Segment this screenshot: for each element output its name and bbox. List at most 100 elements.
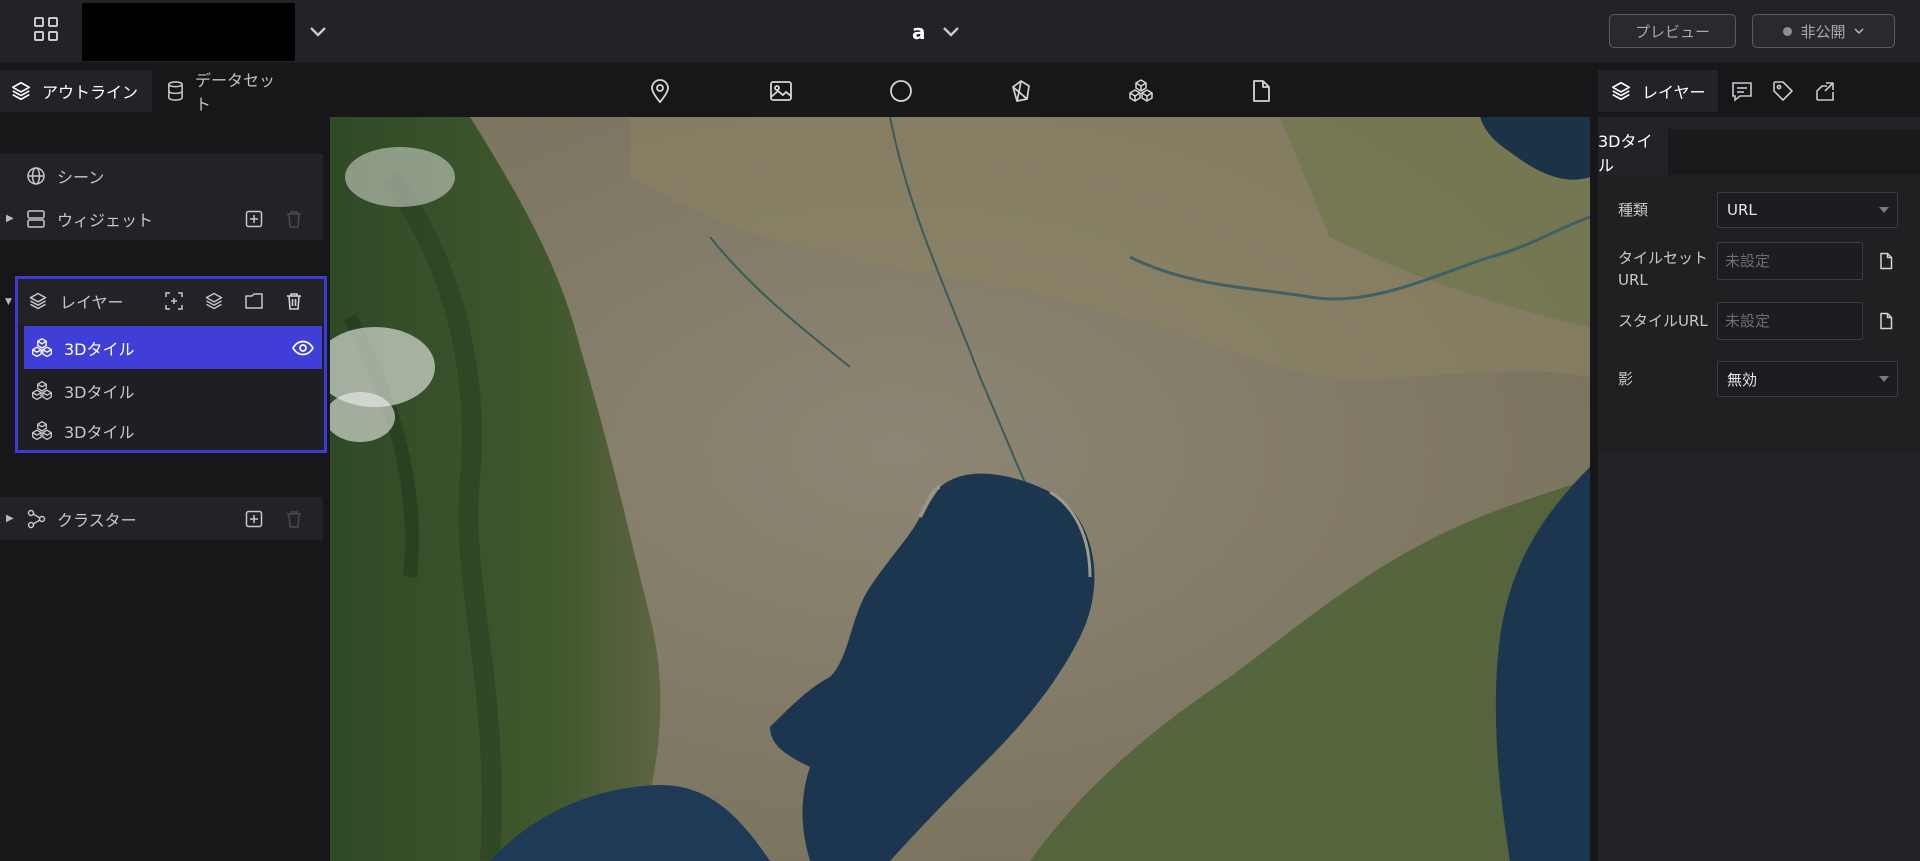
scene-item[interactable]: シーン bbox=[0, 154, 323, 197]
tab-3d-tiles[interactable]: 3Dタイル bbox=[1598, 129, 1668, 175]
style-url-label: スタイルURL bbox=[1618, 312, 1708, 330]
folder-icon bbox=[245, 293, 263, 309]
add-3d-tiles-tool[interactable] bbox=[1126, 76, 1156, 106]
style-url-input[interactable] bbox=[1717, 302, 1863, 340]
cluster-label: クラスター bbox=[57, 510, 137, 530]
add-cluster-button[interactable] bbox=[242, 507, 266, 531]
trash-icon bbox=[287, 293, 301, 310]
publish-status-label: 非公開 bbox=[1800, 22, 1846, 41]
image-icon bbox=[770, 81, 792, 101]
tileset-url-label: タイルセット URL bbox=[1618, 249, 1709, 289]
caret-right-icon[interactable]: ▶ bbox=[6, 213, 16, 224]
tab-dataset-label: データセット bbox=[194, 71, 275, 114]
tab-dataset[interactable]: データセット bbox=[156, 70, 296, 114]
cluster-group[interactable]: ▶ クラスター bbox=[0, 497, 323, 540]
publish-status-button[interactable]: 非公開 bbox=[1752, 14, 1895, 48]
map-viewport[interactable] bbox=[330, 117, 1590, 861]
delete-layer-button[interactable] bbox=[282, 289, 306, 313]
add-file-tool[interactable] bbox=[1246, 76, 1276, 106]
delete-cluster-button[interactable] bbox=[282, 507, 306, 531]
database-icon bbox=[168, 81, 183, 101]
preview-label: プレビュー bbox=[1634, 22, 1710, 41]
layers-icon bbox=[1611, 81, 1631, 101]
tab-layer-label: レイヤー bbox=[1642, 83, 1706, 102]
layers-icon bbox=[11, 81, 31, 101]
layers-plus-icon bbox=[205, 292, 223, 310]
add-marker-tool[interactable] bbox=[645, 76, 675, 106]
comment-icon bbox=[1732, 82, 1752, 102]
widget-label: ウィジェット bbox=[57, 210, 154, 230]
visibility-toggle[interactable] bbox=[290, 336, 316, 360]
eye-icon bbox=[292, 340, 314, 355]
trash-icon bbox=[287, 210, 301, 228]
caret-down-icon[interactable]: ▼ bbox=[5, 297, 12, 307]
file-icon bbox=[1880, 312, 1893, 330]
3d-tiles-icon bbox=[30, 419, 54, 443]
type-select[interactable]: URL bbox=[1717, 192, 1898, 228]
subtab-label: 3Dタイル bbox=[1598, 132, 1653, 175]
3d-tiles-icon bbox=[30, 379, 54, 403]
add-widget-button[interactable] bbox=[242, 207, 266, 231]
tab-layer-properties[interactable]: レイヤー bbox=[1598, 70, 1718, 112]
add-layer-button[interactable] bbox=[202, 289, 226, 313]
top-bar: a プレビュー 非公開 bbox=[0, 0, 1920, 62]
grid-icon bbox=[34, 17, 58, 41]
tileset-url-input[interactable] bbox=[1717, 242, 1863, 280]
plus-square-icon bbox=[245, 210, 263, 227]
shadow-value: 無効 bbox=[1727, 370, 1758, 389]
satellite-map-image bbox=[330, 117, 1590, 861]
add-polygon-tool[interactable] bbox=[1006, 76, 1036, 106]
polygon-3d-icon bbox=[1012, 80, 1030, 102]
chevron-down-icon bbox=[1853, 27, 1864, 34]
file-icon bbox=[1880, 252, 1893, 270]
3d-tiles-icon bbox=[1129, 79, 1153, 102]
layer-label: 3Dタイル bbox=[64, 382, 135, 402]
caret-down-icon bbox=[1879, 376, 1889, 382]
shadow-select[interactable]: 無効 bbox=[1717, 361, 1898, 397]
focus-icon bbox=[165, 292, 183, 310]
app-menu-button[interactable] bbox=[22, 12, 70, 46]
widget-icon bbox=[24, 207, 48, 231]
widget-group[interactable]: ▶ ウィジェット bbox=[0, 197, 323, 240]
circle-icon bbox=[890, 80, 912, 102]
trash-icon bbox=[287, 510, 301, 528]
add-circle-tool[interactable] bbox=[886, 76, 916, 106]
tileset-file-button[interactable] bbox=[1876, 249, 1896, 273]
layer-label: 3Dタイル bbox=[64, 339, 135, 359]
layer-item[interactable]: 3Dタイル bbox=[24, 369, 322, 412]
add-image-tool[interactable] bbox=[766, 76, 796, 106]
caret-down-icon bbox=[1879, 207, 1889, 213]
status-dot-icon bbox=[1783, 26, 1793, 36]
tab-outline[interactable]: アウトライン bbox=[0, 70, 152, 112]
shadow-label: 影 bbox=[1618, 370, 1634, 388]
layer-group-header[interactable]: レイヤー bbox=[18, 279, 324, 323]
layer-group: レイヤー 3Dタイル 3Dタイル 3Dタイル bbox=[15, 276, 327, 453]
3d-tiles-icon bbox=[30, 336, 54, 360]
delete-widget-button[interactable] bbox=[282, 207, 306, 231]
layer-group-label: レイヤー bbox=[60, 293, 124, 312]
preview-button[interactable]: プレビュー bbox=[1609, 14, 1736, 48]
focus-layer-button[interactable] bbox=[162, 289, 186, 313]
logo[interactable] bbox=[82, 3, 295, 61]
project-selector[interactable]: a bbox=[912, 18, 960, 46]
tab-infobox[interactable] bbox=[1725, 70, 1759, 112]
layer-item[interactable]: 3Dタイル bbox=[24, 326, 322, 369]
tag-icon bbox=[1773, 81, 1793, 101]
caret-right-icon[interactable]: ▶ bbox=[6, 513, 16, 524]
globe-icon bbox=[24, 164, 48, 188]
layers-icon bbox=[26, 289, 50, 313]
chevron-down-icon bbox=[310, 27, 326, 37]
type-value: URL bbox=[1727, 201, 1757, 219]
layer-item[interactable]: 3Dタイル bbox=[24, 412, 322, 450]
workspace-dropdown-button[interactable] bbox=[302, 18, 334, 46]
chevron-down-icon bbox=[942, 27, 959, 37]
properties-panel: 3Dタイル 種類 URL タイルセット URL スタイルURL 影 無効 bbox=[1598, 117, 1920, 861]
tab-publish[interactable] bbox=[1808, 70, 1842, 112]
properties-form: 種類 URL タイルセット URL スタイルURL 影 無効 bbox=[1598, 175, 1920, 453]
project-name: a bbox=[912, 20, 926, 44]
add-folder-button[interactable] bbox=[242, 289, 266, 313]
tab-tags[interactable] bbox=[1766, 70, 1800, 112]
type-label: 種類 bbox=[1618, 201, 1649, 219]
style-file-button[interactable] bbox=[1876, 309, 1896, 333]
layer-label: 3Dタイル bbox=[64, 423, 135, 442]
